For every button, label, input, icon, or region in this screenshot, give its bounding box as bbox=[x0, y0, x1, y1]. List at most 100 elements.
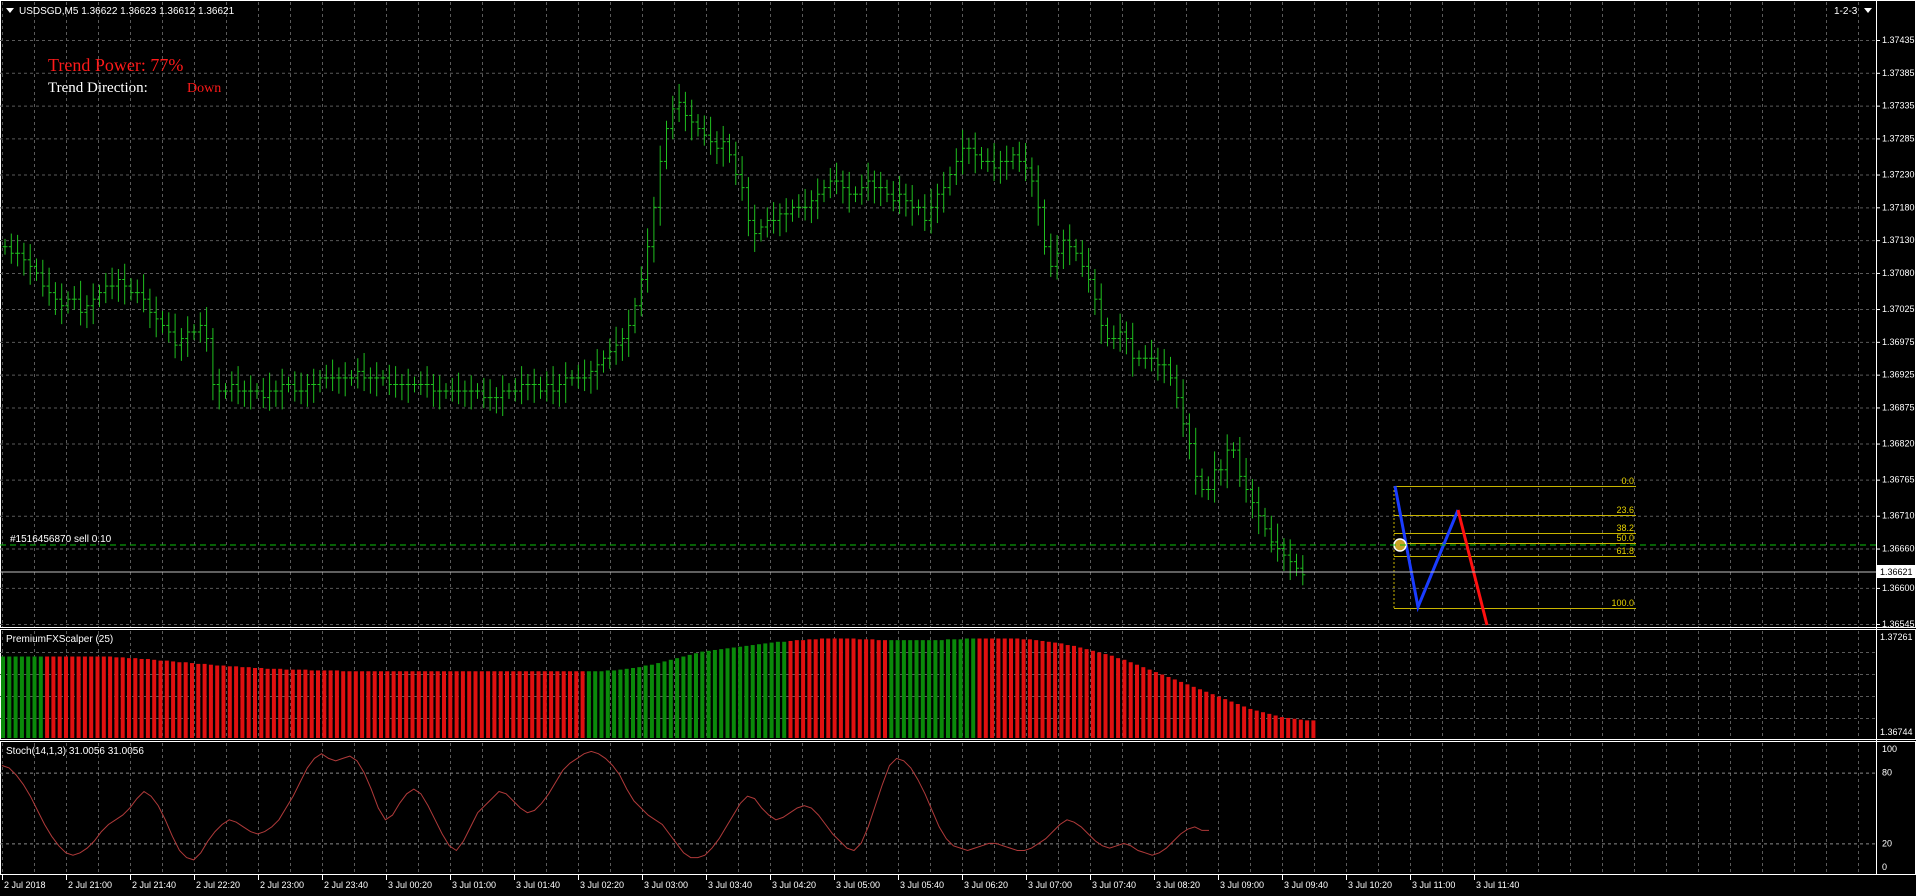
scalper-bar bbox=[7, 656, 12, 738]
scalper-bar bbox=[1254, 710, 1259, 738]
trend-direction-value: Down bbox=[187, 81, 221, 96]
scalper-bar bbox=[612, 670, 617, 738]
scalper-bar bbox=[826, 638, 831, 738]
scalper-bar bbox=[838, 638, 843, 738]
trend-direction-label: Trend Direction: bbox=[48, 80, 148, 96]
scalper-bar bbox=[719, 649, 724, 738]
scalper-bar bbox=[278, 668, 283, 738]
scalper-axis-bottom: 1.36744 bbox=[1880, 727, 1913, 737]
time-label: 3 Jul 04:20 bbox=[772, 880, 816, 890]
time-label: 3 Jul 08:20 bbox=[1156, 880, 1200, 890]
fib-level-label: 23.6 bbox=[1616, 505, 1634, 515]
stoch-axis-label: 80 bbox=[1882, 768, 1892, 778]
scalper-bar bbox=[561, 671, 566, 738]
scalper-bar bbox=[864, 639, 869, 738]
time-label: 2 Jul 23:00 bbox=[260, 880, 304, 890]
price-tick-label: 1.37385 bbox=[1882, 68, 1915, 78]
scalper-bar bbox=[152, 659, 157, 738]
time-label: 2 Jul 23:40 bbox=[324, 880, 368, 890]
time-label: 3 Jul 07:40 bbox=[1092, 880, 1136, 890]
scalper-bar bbox=[246, 667, 251, 738]
scalper-bar bbox=[253, 667, 257, 738]
scalper-bar bbox=[706, 650, 711, 738]
price-tick-label: 1.37180 bbox=[1882, 202, 1915, 212]
scalper-bar bbox=[139, 658, 144, 738]
price-tick-label: 1.36710 bbox=[1882, 511, 1915, 521]
scalper-bar bbox=[1242, 706, 1247, 738]
scalper-bar bbox=[1065, 645, 1070, 738]
scalper-bar bbox=[662, 661, 667, 738]
scalper-bar bbox=[473, 671, 478, 738]
scalper-bar bbox=[1021, 639, 1026, 738]
scalper-bar bbox=[309, 670, 314, 738]
scalper-bar bbox=[939, 640, 944, 738]
scalper-bar bbox=[1311, 720, 1316, 738]
scalper-bar bbox=[145, 658, 150, 738]
time-label: 3 Jul 11:40 bbox=[1476, 880, 1519, 890]
corner-arrow-icon[interactable] bbox=[1864, 8, 1872, 13]
stoch-title: Stoch(14,1,3) 31.0056 31.0056 bbox=[6, 746, 144, 757]
scalper-bar bbox=[1141, 667, 1146, 738]
scalper-bar bbox=[914, 640, 919, 738]
scalper-bar bbox=[977, 638, 982, 738]
scalper-bar bbox=[190, 663, 194, 738]
scalper-bar bbox=[127, 658, 131, 738]
price-tick-label: 1.37130 bbox=[1882, 235, 1915, 245]
scalper-bar bbox=[1046, 641, 1051, 738]
scalper-bar bbox=[108, 656, 113, 738]
stoch-pane-frame bbox=[0, 741, 1916, 875]
scalper-bar bbox=[1267, 713, 1272, 738]
scalper-bar bbox=[958, 639, 963, 738]
scalper-bar bbox=[1210, 694, 1215, 738]
scalper-bar bbox=[1160, 674, 1165, 738]
fib-level-label: 61.8 bbox=[1616, 546, 1634, 556]
stoch-axis-label: 20 bbox=[1882, 838, 1892, 848]
scalper-bar bbox=[530, 671, 535, 738]
time-label: 3 Jul 05:00 bbox=[836, 880, 880, 890]
scalper-bar bbox=[372, 671, 377, 738]
scalper-bar bbox=[442, 671, 446, 738]
scalper-bar bbox=[171, 661, 176, 738]
scalper-bar bbox=[271, 668, 276, 738]
scalper-bar bbox=[316, 670, 320, 738]
scalper-bar bbox=[259, 667, 264, 738]
collapse-icon[interactable] bbox=[6, 8, 14, 13]
time-label: 3 Jul 07:00 bbox=[1028, 880, 1072, 890]
scalper-bar bbox=[952, 639, 957, 738]
scalper-bar bbox=[1198, 689, 1202, 738]
scalper-bar bbox=[763, 643, 768, 738]
scalper-bar bbox=[681, 656, 686, 738]
scalper-bar bbox=[133, 658, 138, 738]
scalper-histogram bbox=[1, 638, 1316, 738]
scalper-bar bbox=[927, 640, 932, 738]
scalper-bar bbox=[19, 656, 24, 738]
scalper-bar bbox=[605, 670, 610, 738]
scalper-bar bbox=[586, 671, 591, 738]
scalper-bar bbox=[391, 671, 396, 738]
scalper-bar bbox=[240, 667, 245, 738]
scalper-bar bbox=[120, 657, 125, 738]
scalper-bar bbox=[64, 656, 68, 738]
scalper-bar bbox=[725, 648, 730, 738]
scalper-bar bbox=[1109, 655, 1114, 738]
scalper-bar bbox=[883, 640, 887, 738]
scalper-bar bbox=[51, 656, 56, 738]
time-label: 2 Jul 21:40 bbox=[132, 880, 176, 890]
scalper-bar bbox=[832, 638, 837, 738]
scalper-bar bbox=[1103, 654, 1108, 738]
scalper-bar bbox=[57, 656, 62, 738]
price-tick-label: 1.37080 bbox=[1882, 268, 1915, 278]
price-tick-label: 1.37025 bbox=[1882, 304, 1915, 314]
chart-area[interactable]: 0.023.638.250.061.8100.0 1.374351.373851… bbox=[0, 0, 1916, 896]
stochastic-line bbox=[0, 750, 1876, 861]
price-tick-label: 1.36765 bbox=[1882, 475, 1915, 485]
scalper-bar bbox=[1261, 712, 1265, 738]
scalper-bar bbox=[158, 660, 163, 738]
scalper-bar bbox=[498, 671, 503, 738]
scalper-bar bbox=[757, 644, 761, 738]
scalper-bar bbox=[996, 638, 1001, 738]
scalper-bar bbox=[202, 663, 207, 738]
time-label: 3 Jul 09:40 bbox=[1284, 880, 1328, 890]
scalper-bar bbox=[618, 669, 623, 738]
scalper-bar bbox=[1286, 717, 1291, 738]
